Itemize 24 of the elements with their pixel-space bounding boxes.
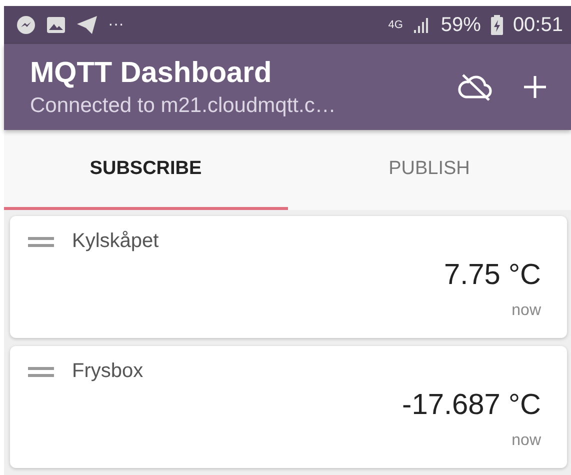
tile-name: Frysbox bbox=[72, 360, 144, 383]
tab[interactable]: PUBLISH bbox=[288, 130, 571, 210]
tile-name: Kylskåpet bbox=[72, 230, 159, 253]
drag-handle-icon[interactable] bbox=[28, 236, 54, 246]
app-title: MQTT Dashboard bbox=[30, 56, 273, 90]
clock: 00:51 bbox=[512, 14, 563, 36]
signal-icon bbox=[412, 16, 431, 34]
plus-icon bbox=[523, 75, 547, 99]
tile-card[interactable]: Frysbox -17.687 °C now bbox=[10, 346, 567, 468]
image-icon bbox=[46, 16, 66, 34]
overflow-indicator: ··· bbox=[108, 16, 124, 34]
network-type: 4G bbox=[388, 19, 403, 31]
tile-value: 7.75 °C bbox=[444, 259, 541, 292]
messenger-icon bbox=[16, 15, 36, 35]
battery-level: 59% bbox=[440, 14, 481, 36]
tile-timestamp: now bbox=[512, 302, 541, 320]
tile-card[interactable]: Kylskåpet 7.75 °C now bbox=[10, 216, 567, 338]
tile-value: -17.687 °C bbox=[402, 389, 541, 422]
cloud-off-icon bbox=[457, 72, 493, 102]
tile-timestamp: now bbox=[512, 432, 541, 450]
battery-icon bbox=[490, 15, 503, 35]
drag-handle-icon[interactable] bbox=[28, 366, 54, 376]
connection-status: Connected to m21.cloudmqtt.c… bbox=[30, 94, 337, 118]
send-icon bbox=[76, 15, 98, 35]
